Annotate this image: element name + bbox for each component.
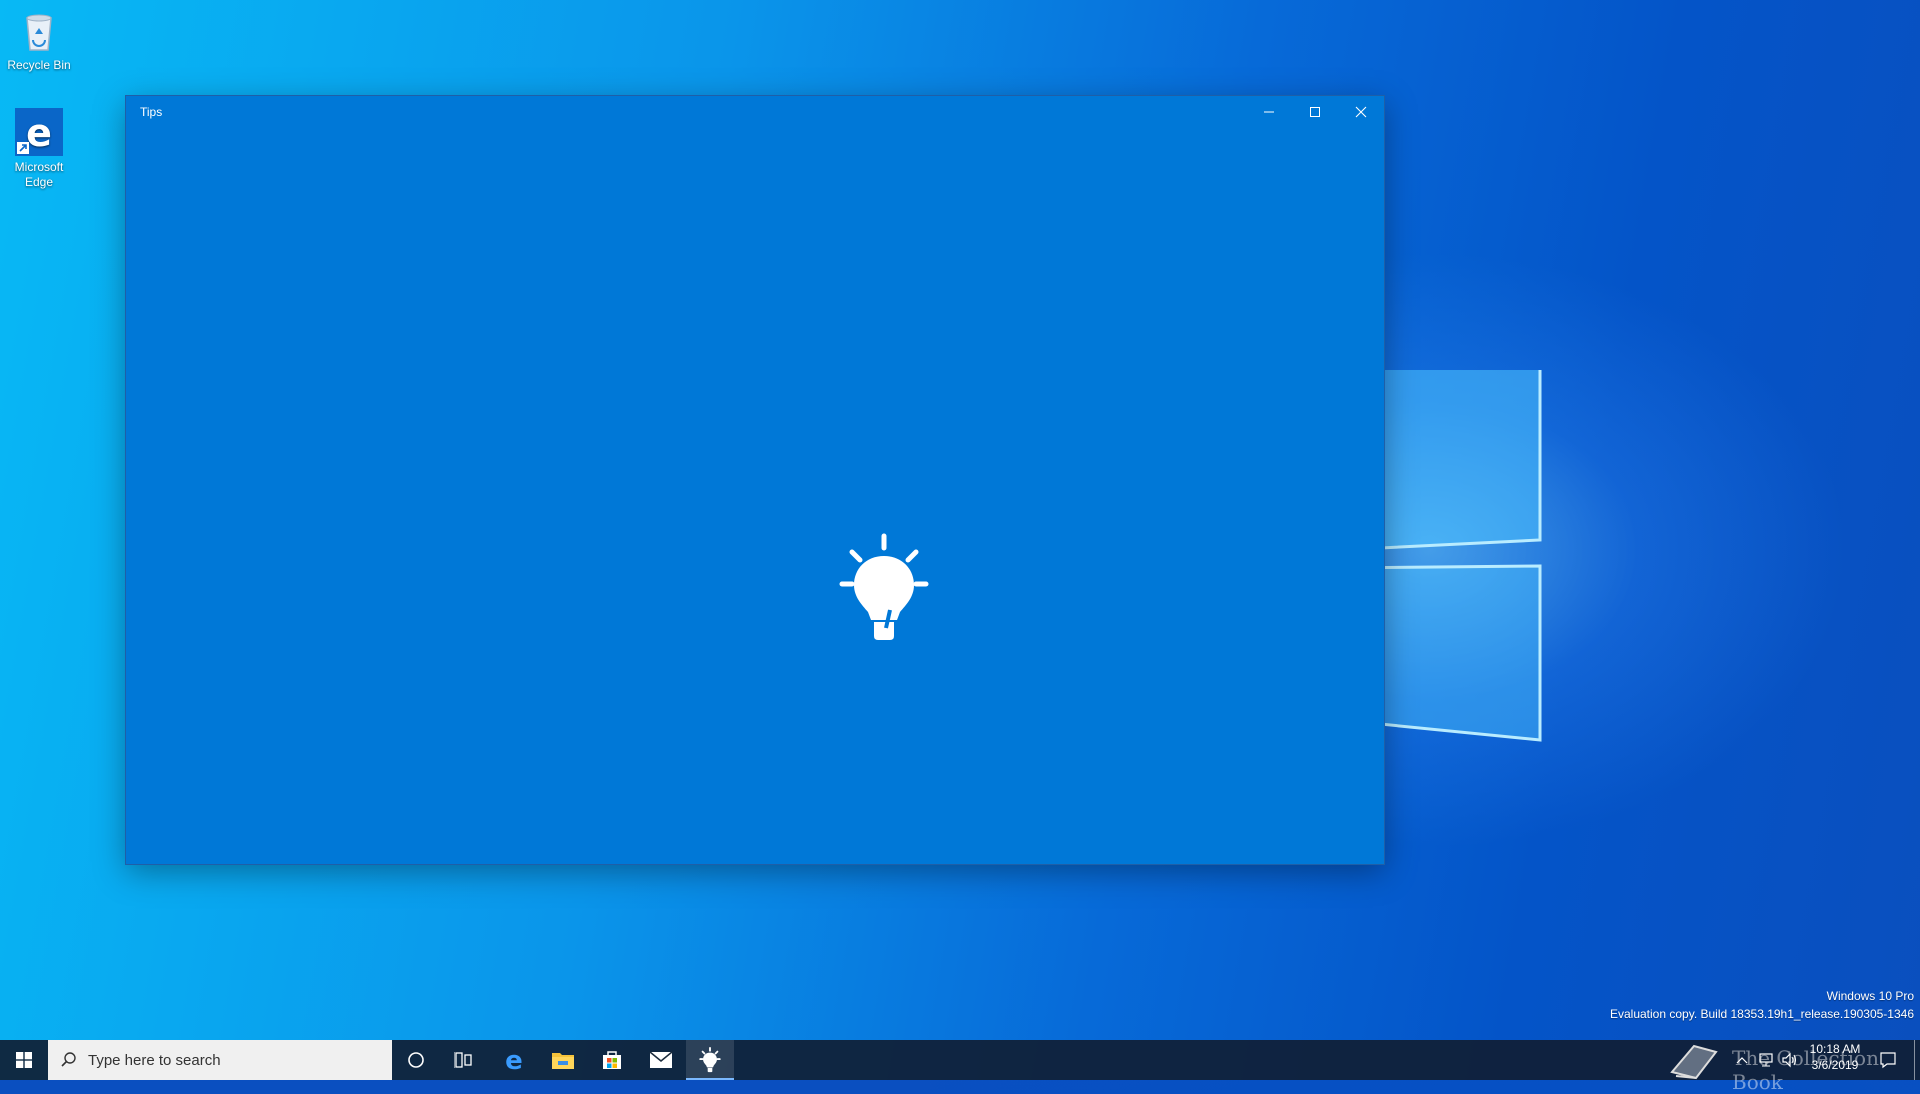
minimize-icon (1264, 111, 1274, 113)
action-center-button[interactable] (1872, 1040, 1904, 1080)
desktop-icon-label: Microsoft Edge (14, 160, 64, 189)
close-icon (1355, 106, 1367, 118)
book-logo-icon (1670, 1044, 1718, 1080)
maximize-icon (1310, 107, 1320, 117)
time-text: 10:18 AM (1809, 1042, 1861, 1056)
taskbar-edge[interactable]: e (490, 1040, 538, 1080)
edge-icon: e (15, 108, 63, 156)
lightbulb-icon (839, 533, 929, 640)
desktop-icon-label: Recycle Bin (7, 58, 71, 72)
edge-icon: e (505, 1048, 523, 1072)
chevron-up-icon (1736, 1057, 1748, 1064)
build-watermark: Evaluation copy. Build 18353.19h1_releas… (1609, 1007, 1914, 1021)
volume-icon (1782, 1052, 1797, 1068)
date-text: 3/6/2019 (1811, 1058, 1859, 1072)
taskbar-file-explorer[interactable] (539, 1040, 587, 1080)
task-view-button[interactable] (440, 1040, 488, 1080)
windows-start-icon (16, 1052, 32, 1068)
taskbar-store[interactable] (588, 1040, 636, 1080)
close-button[interactable] (1338, 96, 1384, 128)
notification-icon (1880, 1052, 1896, 1069)
desktop-icon-edge[interactable]: e Microsoft Edge (0, 108, 78, 190)
minimize-button[interactable] (1246, 96, 1292, 128)
recycle-bin-icon (15, 6, 63, 54)
mail-icon (649, 1051, 673, 1068)
show-hidden-icons-button[interactable] (1730, 1040, 1754, 1080)
maximize-button[interactable] (1292, 96, 1338, 128)
clock[interactable]: 10:18 AM 3/6/2019 (1800, 1042, 1870, 1072)
search-placeholder: Type here to search (88, 1051, 221, 1069)
show-desktop-button[interactable] (1914, 1040, 1915, 1080)
start-button[interactable] (0, 1040, 48, 1080)
svg-text:e: e (505, 1048, 523, 1072)
store-icon (603, 1051, 621, 1069)
svg-text:e: e (26, 111, 52, 155)
search-input[interactable]: Type here to search (48, 1040, 392, 1080)
desktop-icon-recycle-bin[interactable]: Recycle Bin (0, 6, 78, 73)
task-view-icon (454, 1052, 472, 1068)
title-bar[interactable]: Tips (126, 96, 1384, 128)
window-title: Tips (140, 105, 163, 119)
network-icon (1759, 1053, 1773, 1067)
cortana-icon (408, 1052, 424, 1068)
taskbar: Type here to search e The Collection Boo… (0, 1040, 1920, 1094)
tips-icon (699, 1047, 721, 1073)
edition-watermark: Windows 10 Pro (1826, 989, 1914, 1003)
volume-button[interactable] (1778, 1040, 1802, 1080)
taskbar-tips[interactable] (686, 1040, 734, 1080)
cortana-button[interactable] (392, 1040, 440, 1080)
file-explorer-icon (552, 1053, 574, 1069)
search-icon (61, 1052, 76, 1067)
network-button[interactable] (1754, 1040, 1778, 1080)
taskbar-mail[interactable] (637, 1040, 685, 1080)
tips-window: Tips (126, 96, 1384, 864)
